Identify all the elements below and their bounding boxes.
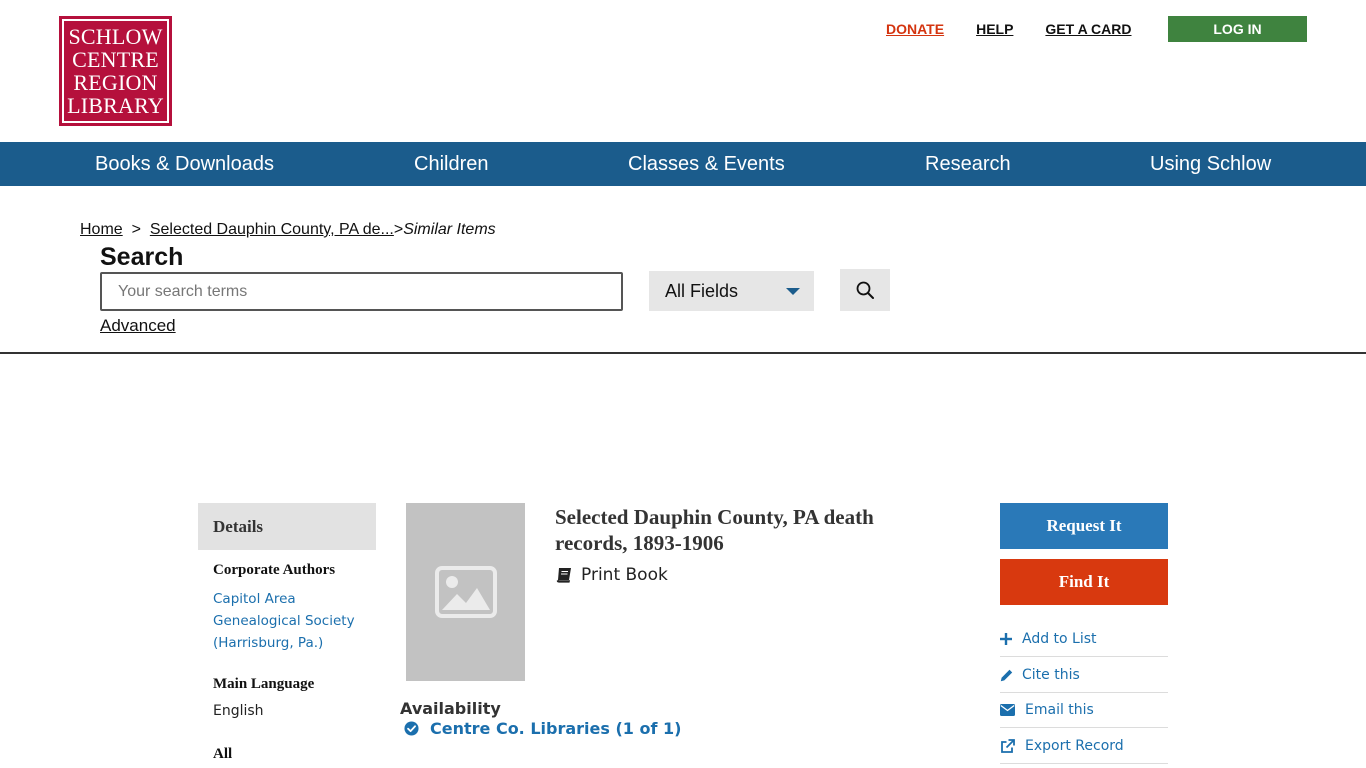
search-icon (856, 281, 874, 299)
book-icon (556, 568, 571, 583)
library-logo[interactable]: SCHLOW CENTRE REGION LIBRARY (59, 16, 172, 126)
corporate-authors-heading: Corporate Authors (213, 562, 336, 578)
breadcrumb-home[interactable]: Home (80, 221, 123, 238)
logo-frame: SCHLOW CENTRE REGION LIBRARY (62, 19, 169, 123)
envelope-icon (1000, 704, 1025, 716)
utility-links: DONATE HELP GET A CARD (886, 21, 1164, 37)
external-link-icon (1000, 738, 1025, 754)
availability-item[interactable]: Centre Co. Libraries (1 of 1) (404, 719, 681, 738)
logo-line-4: LIBRARY (67, 93, 164, 118)
email-this-label: Email this (1025, 702, 1094, 718)
search-field-value: All Fields (665, 280, 739, 301)
breadcrumb-record[interactable]: Selected Dauphin County, PA de... (150, 221, 394, 238)
log-in-button[interactable]: LOG IN (1168, 16, 1307, 42)
advanced-search-link[interactable]: Advanced (100, 316, 176, 336)
logo-line-2: CENTRE (72, 47, 159, 72)
breadcrumb: Home > Selected Dauphin County, PA de...… (80, 221, 496, 239)
nav-books-downloads[interactable]: Books & Downloads (95, 142, 274, 186)
nav-using-schlow[interactable]: Using Schlow (1150, 142, 1271, 186)
image-icon (434, 566, 497, 618)
find-it-button[interactable]: Find It (1000, 559, 1168, 605)
main-navigation: Books & Downloads Children Classes & Eve… (0, 142, 1366, 186)
logo-line-3: REGION (73, 70, 158, 95)
caret-down-icon (786, 288, 800, 295)
breadcrumb-current: Similar Items (403, 221, 496, 238)
get-a-card-link[interactable]: GET A CARD (1045, 21, 1131, 37)
record-title: Selected Dauphin County, PA death record… (555, 505, 874, 555)
email-this-action[interactable]: Email this (1000, 693, 1168, 728)
cite-this-label: Cite this (1022, 667, 1080, 683)
add-to-list-action[interactable]: Add to List (1000, 622, 1168, 657)
main-language-value: English (213, 703, 264, 719)
cite-this-action[interactable]: Cite this (1000, 658, 1168, 693)
add-to-list-label: Add to List (1022, 631, 1097, 647)
availability-item-label: Centre Co. Libraries (1 of 1) (430, 719, 682, 738)
breadcrumb-separator: > (393, 221, 404, 238)
record-format-label: Print Book (581, 565, 668, 585)
export-record-action[interactable]: Export Record (1000, 729, 1168, 764)
search-input[interactable] (100, 272, 623, 311)
search-button[interactable] (840, 269, 890, 311)
nav-classes-events[interactable]: Classes & Events (628, 142, 785, 186)
logo-line-1: SCHLOW (68, 24, 163, 49)
donate-link[interactable]: DONATE (886, 21, 944, 37)
all-heading: All (213, 746, 233, 762)
search-field-select[interactable]: All Fields (649, 271, 814, 311)
main-language-heading: Main Language (213, 676, 315, 692)
search-heading: Search (100, 243, 184, 271)
nav-children[interactable]: Children (414, 142, 488, 186)
export-record-label: Export Record (1025, 738, 1124, 754)
record-format: Print Book (556, 565, 668, 585)
cover-image-placeholder (406, 503, 525, 681)
availability-heading: Availability (400, 699, 501, 718)
breadcrumb-separator: > (131, 221, 141, 238)
pencil-icon (1000, 669, 1022, 682)
nav-research[interactable]: Research (925, 142, 1011, 186)
plus-icon (1000, 633, 1022, 645)
corporate-author-link[interactable]: Capitol Area Genealogical Society (Harri… (213, 588, 373, 654)
details-tab[interactable]: Details (198, 503, 376, 550)
request-it-button[interactable]: Request It (1000, 503, 1168, 549)
header-divider (0, 352, 1366, 354)
help-link[interactable]: HELP (976, 21, 1013, 37)
check-circle-icon (404, 721, 419, 736)
